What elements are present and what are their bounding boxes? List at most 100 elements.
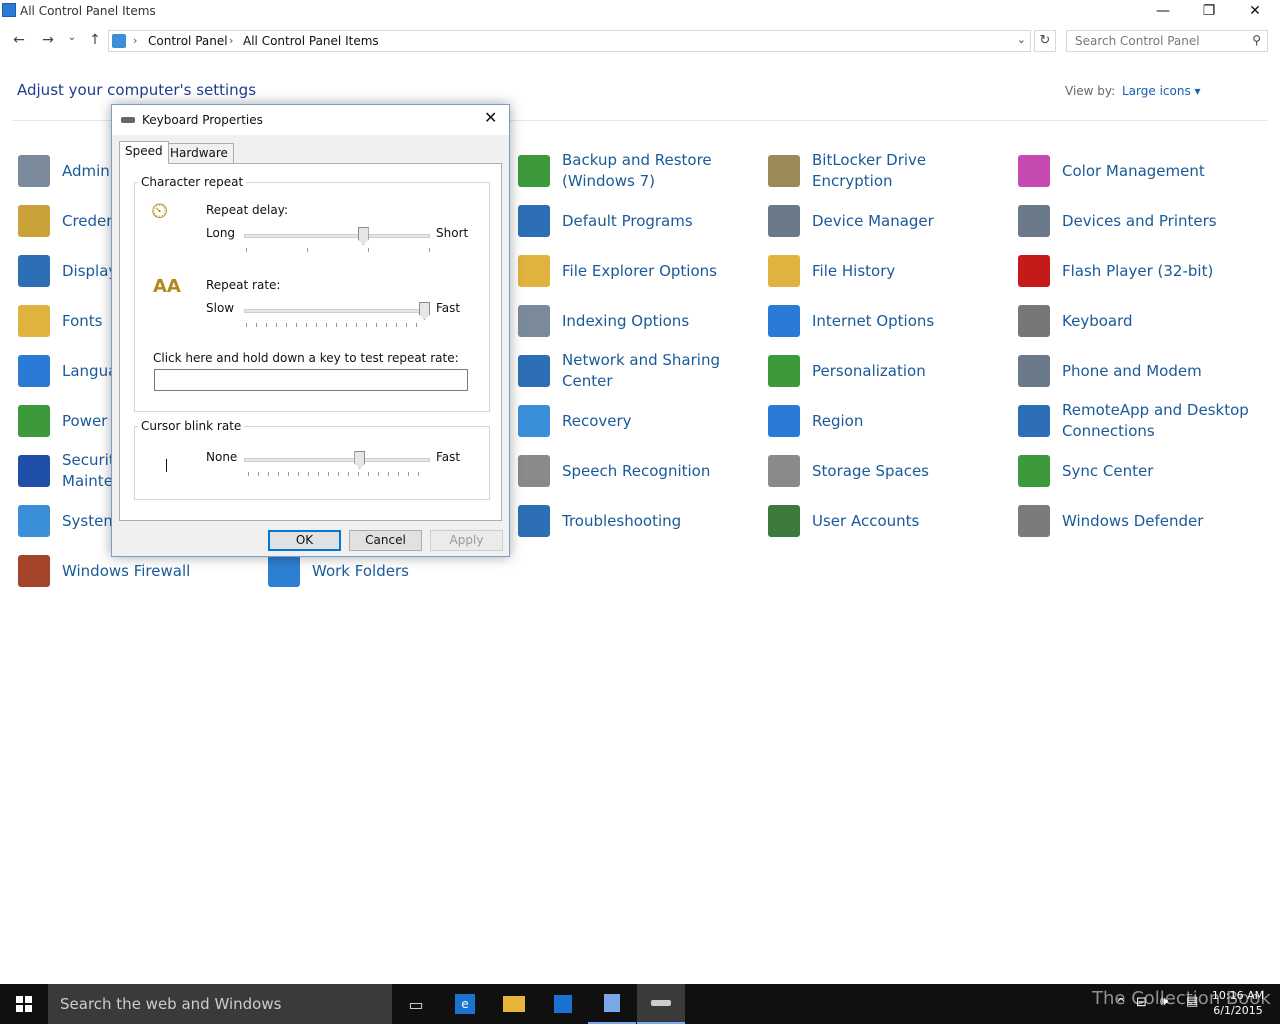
breadcrumb-all-items[interactable]: All Control Panel Items (243, 34, 379, 48)
control-panel-item[interactable]: Backup and Restore (Windows 7) (518, 149, 753, 193)
control-panel-item-label: Troubleshooting (562, 511, 682, 530)
phone-icon (1018, 355, 1050, 387)
control-panel-item[interactable]: Devices and Printers (1018, 199, 1253, 243)
file-history-icon (768, 255, 800, 287)
cancel-button[interactable]: Cancel (349, 530, 422, 551)
close-button[interactable]: ✕ (1232, 0, 1278, 22)
search-input[interactable]: Search Control Panel ⚲ (1066, 30, 1268, 52)
control-panel-item-label: File History (812, 261, 896, 280)
system-icon (18, 505, 50, 537)
control-panel-item-label: Network and Sharing Center (562, 351, 720, 390)
repeat-delay-max-label: Short (436, 226, 469, 240)
breadcrumb-separator[interactable]: › (133, 34, 137, 47)
back-button[interactable]: ← (9, 32, 29, 50)
window-title: All Control Panel Items (20, 4, 156, 18)
control-panel-item-label: Color Management (1062, 161, 1205, 180)
control-panel-item[interactable]: BitLocker Drive Encryption (768, 149, 1003, 193)
chevron-down-icon[interactable]: ⌄ (1017, 33, 1026, 46)
control-panel-item[interactable]: Troubleshooting (518, 499, 753, 543)
default-programs-icon (518, 205, 550, 237)
speed-tab-panel: Character repeat ⏲ Repeat delay: Long Sh… (119, 163, 502, 521)
control-panel-item[interactable]: Storage Spaces (768, 449, 1003, 493)
control-panel-item[interactable]: Personalization (768, 349, 1003, 393)
control-panel-item-label: Device Manager (812, 211, 934, 230)
control-panel-item-label: Display (62, 261, 118, 280)
search-icon: ⚲ (1252, 33, 1261, 47)
start-button[interactable] (0, 984, 48, 1024)
breadcrumb-control-panel[interactable]: Control Panel (148, 34, 228, 48)
dialog-title-bar[interactable]: Keyboard Properties ✕ (112, 105, 509, 135)
control-panel-item[interactable]: Network and Sharing Center (518, 349, 753, 393)
control-panel-item-label: Indexing Options (562, 311, 690, 330)
control-panel-item[interactable]: Windows Defender (1018, 499, 1253, 543)
control-panel-item-label: Keyboard (1062, 311, 1133, 330)
control-panel-item[interactable]: Color Management (1018, 149, 1253, 193)
file-explorer-icon[interactable] (490, 984, 538, 1024)
repeat-delay-min-label: Long (206, 226, 236, 240)
control-panel-item[interactable]: Speech Recognition (518, 449, 753, 493)
repeat-delay-label: Repeat delay: (206, 203, 289, 217)
bitlocker-icon (768, 155, 800, 187)
restore-button[interactable]: ❐ (1186, 0, 1232, 22)
recent-locations-button[interactable]: ⌄ (62, 32, 82, 50)
dialog-title: Keyboard Properties (142, 113, 263, 127)
cursor-preview (166, 459, 167, 472)
volume-tray-icon[interactable]: 🕪 (1160, 994, 1168, 1009)
notifications-tray-icon[interactable]: ▤ (1186, 994, 1198, 1009)
control-panel-item[interactable]: User Accounts (768, 499, 1003, 543)
repeat-delay-track[interactable] (244, 234, 430, 238)
edge-browser-icon[interactable]: e (441, 984, 489, 1024)
up-button[interactable]: ↑ (85, 32, 105, 50)
control-panel-item[interactable]: Keyboard (1018, 299, 1253, 343)
ok-button[interactable]: OK (268, 530, 341, 551)
network-icon (518, 355, 550, 387)
taskbar-clock[interactable]: 10:16 AM 6/1/2015 (1210, 988, 1266, 1018)
test-repeat-input[interactable] (154, 369, 468, 391)
fonts-icon (18, 305, 50, 337)
dialog-close-button[interactable]: ✕ (484, 108, 497, 127)
cursor-blink-track[interactable] (244, 458, 430, 462)
repeat-rate-label: Repeat rate: (206, 278, 281, 292)
control-panel-taskbar-icon[interactable] (588, 984, 636, 1024)
control-panel-item[interactable]: Phone and Modem (1018, 349, 1253, 393)
control-panel-item[interactable]: RemoteApp and Desktop Connections (1018, 399, 1253, 443)
power-icon (18, 405, 50, 437)
control-panel-item[interactable]: Indexing Options (518, 299, 753, 343)
repeat-rate-track[interactable] (244, 309, 430, 313)
view-by-dropdown[interactable]: Large icons ▾ (1122, 84, 1201, 98)
control-panel-item[interactable]: Device Manager (768, 199, 1003, 243)
refresh-button[interactable]: ↻ (1034, 30, 1056, 52)
control-panel-item[interactable]: Region (768, 399, 1003, 443)
user-accounts-icon (768, 505, 800, 537)
network-tray-icon[interactable]: ⊟ (1136, 995, 1147, 1010)
control-panel-item[interactable]: Sync Center (1018, 449, 1253, 493)
tab-hardware[interactable]: Hardware (164, 143, 234, 163)
breadcrumb-separator[interactable]: › (229, 34, 233, 47)
color-management-icon (1018, 155, 1050, 187)
control-panel-item[interactable]: Internet Options (768, 299, 1003, 343)
device-manager-icon (768, 205, 800, 237)
address-bar[interactable]: › Control Panel › All Control Panel Item… (108, 30, 1031, 52)
forward-button[interactable]: → (38, 32, 58, 50)
tab-speed[interactable]: Speed (119, 141, 169, 164)
task-view-icon[interactable]: ▭ (392, 984, 440, 1024)
apply-button[interactable]: Apply (430, 530, 503, 551)
minimize-button[interactable]: — (1140, 0, 1186, 22)
control-panel-item-label: Recovery (562, 411, 632, 430)
control-panel-item[interactable]: Default Programs (518, 199, 753, 243)
indexing-icon (518, 305, 550, 337)
control-panel-item[interactable]: Recovery (518, 399, 753, 443)
store-icon[interactable] (539, 984, 587, 1024)
control-panel-item[interactable]: File History (768, 249, 1003, 293)
control-panel-item-label: Backup and Restore (Windows 7) (562, 151, 712, 190)
control-panel-item-label: RemoteApp and Desktop Connections (1062, 401, 1249, 440)
tray-arrow-icon[interactable]: ^ (1116, 996, 1126, 1010)
control-panel-item[interactable]: Flash Player (32-bit) (1018, 249, 1253, 293)
file-explorer-icon (518, 255, 550, 287)
control-panel-item[interactable]: File Explorer Options (518, 249, 753, 293)
taskbar-search-input[interactable]: Search the web and Windows (48, 984, 392, 1024)
control-panel-item-label: Work Folders (312, 561, 409, 580)
language-icon (18, 355, 50, 387)
keyboard-taskbar-icon[interactable] (637, 984, 685, 1024)
repeat-delay-ticks (246, 248, 432, 252)
